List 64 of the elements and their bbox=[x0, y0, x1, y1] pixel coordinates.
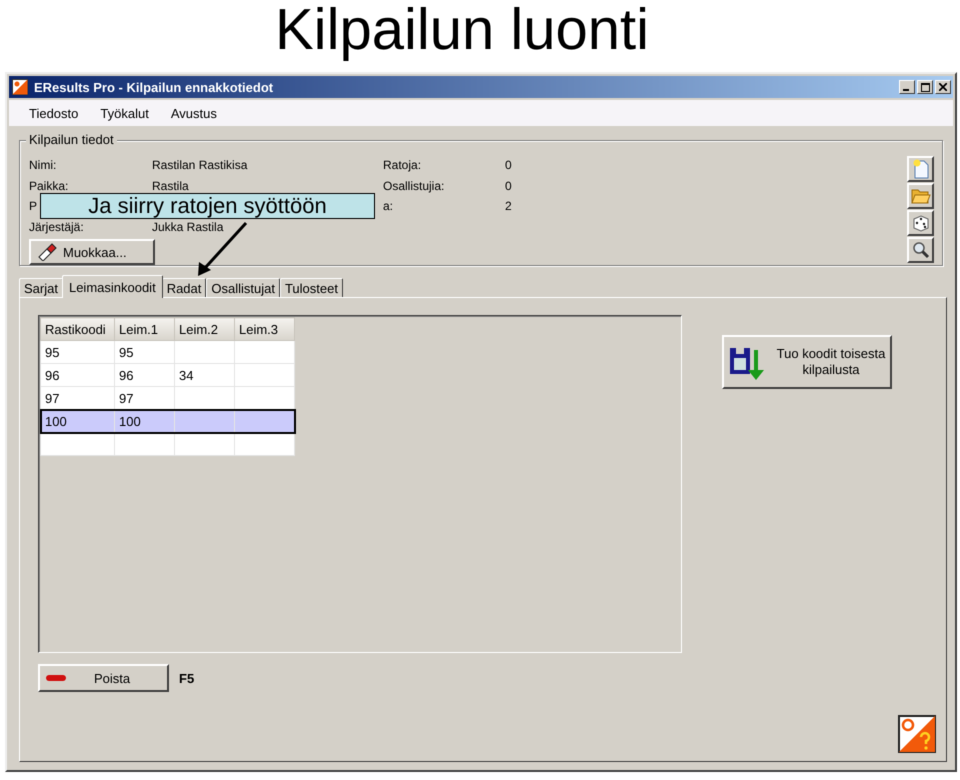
table-cell: 100 bbox=[114, 410, 174, 432]
search-button[interactable] bbox=[907, 237, 934, 263]
close-button[interactable] bbox=[935, 80, 951, 94]
field-value: 2 bbox=[505, 199, 512, 214]
field-label: a: bbox=[383, 199, 394, 214]
dice-button[interactable] bbox=[907, 210, 934, 236]
field-value: Jukka Rastila bbox=[152, 220, 224, 234]
table-cell: 100 bbox=[40, 410, 114, 432]
tab[interactable]: Leimasinkoodit bbox=[62, 275, 163, 298]
table-cell: 34 bbox=[174, 364, 234, 386]
open-button[interactable] bbox=[907, 183, 934, 209]
group-title: Kilpailun tiedot bbox=[26, 132, 117, 147]
tab[interactable]: Sarjat bbox=[19, 278, 63, 298]
field-value: Rastila bbox=[152, 178, 189, 193]
folder-icon bbox=[910, 187, 930, 205]
maximize-button[interactable] bbox=[917, 80, 933, 94]
delete-button[interactable]: Poista bbox=[38, 664, 169, 692]
new-document-icon bbox=[912, 159, 930, 179]
help-button[interactable] bbox=[898, 715, 936, 753]
menu-item[interactable]: Tiedosto bbox=[29, 106, 78, 120]
edit-button[interactable]: Muokkaa... bbox=[29, 239, 155, 265]
import-button[interactable]: Tuo koodit toisesta kilpailusta bbox=[722, 335, 892, 389]
tab[interactable]: Tulosteet bbox=[280, 278, 343, 298]
table-cell: 97 bbox=[114, 386, 174, 410]
menu-item[interactable]: Avustus bbox=[170, 106, 217, 120]
table-row[interactable]: 97 97 bbox=[40, 386, 294, 410]
column-header[interactable]: Leim.3 bbox=[234, 318, 294, 340]
field-value: 0 bbox=[505, 178, 512, 193]
logo-icon bbox=[12, 79, 28, 95]
eraser-icon bbox=[37, 243, 57, 261]
column-header[interactable]: Leim.2 bbox=[174, 318, 234, 340]
table-cell: 95 bbox=[40, 340, 114, 364]
table-cell: 97 bbox=[40, 386, 114, 410]
field-label: Paikka: bbox=[29, 178, 68, 193]
callout-box: Ja siirry ratojen syöttöön bbox=[40, 193, 375, 219]
table-cell: 96 bbox=[114, 364, 174, 386]
search-icon bbox=[912, 241, 930, 259]
minus-icon bbox=[46, 674, 66, 682]
tab[interactable]: Osallistujat bbox=[206, 278, 280, 298]
field-label: Järjestäjä: bbox=[29, 220, 84, 234]
close-icon bbox=[939, 83, 947, 91]
shortcut-label: F5 bbox=[179, 670, 194, 686]
slide-title: Kilpailun luonti bbox=[274, 0, 650, 64]
field-value: Rastilan Rastikisa bbox=[152, 158, 248, 172]
table-cell: 96 bbox=[40, 364, 114, 386]
column-header[interactable]: Rastikoodi bbox=[40, 318, 114, 340]
table-row[interactable]: 95 95 bbox=[40, 340, 294, 364]
column-header[interactable]: Leim.1 bbox=[114, 318, 174, 340]
maximize-icon bbox=[920, 82, 930, 92]
help-icon bbox=[898, 715, 936, 753]
dice-icon bbox=[912, 214, 930, 232]
table-row[interactable]: 96 96 34 bbox=[40, 364, 294, 386]
table-row[interactable]: 100 100 bbox=[40, 410, 294, 432]
new-button[interactable] bbox=[907, 156, 934, 182]
field-value: 0 bbox=[505, 158, 512, 172]
menu-item[interactable]: Työkalut bbox=[100, 106, 149, 120]
window-title: EResults Pro - Kilpailun ennakkotiedot bbox=[34, 80, 274, 94]
field-label: Osallistujia: bbox=[383, 178, 444, 193]
minimize-button[interactable] bbox=[899, 80, 915, 94]
field-label: P bbox=[29, 199, 38, 214]
tab[interactable]: Radat bbox=[162, 278, 206, 298]
field-label: Ratoja: bbox=[383, 158, 422, 172]
table-cell: 95 bbox=[114, 340, 174, 364]
field-label: Nimi: bbox=[29, 158, 56, 172]
